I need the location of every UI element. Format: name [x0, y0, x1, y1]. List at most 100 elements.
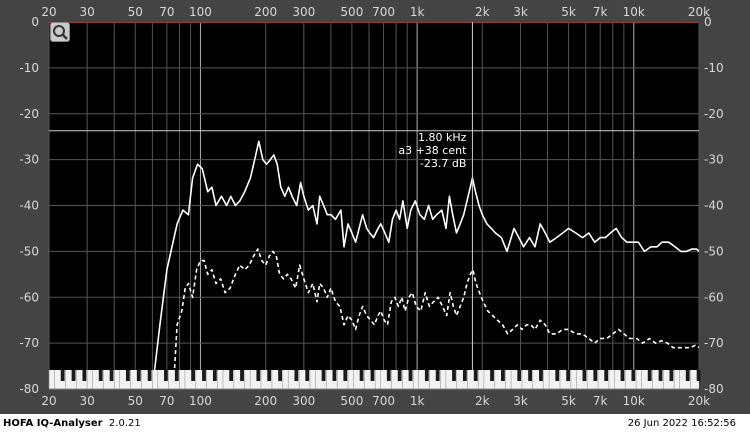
y-tick-label-right: 0 [704, 15, 712, 29]
black-key [267, 370, 272, 381]
y-tick-label-right: -10 [704, 61, 724, 75]
black-key [685, 370, 690, 381]
x-tick-label-bottom: 100 [189, 394, 212, 408]
x-tick-label-top: 20 [41, 5, 56, 19]
x-tick-label-top: 300 [292, 5, 315, 19]
x-tick-label-bottom: 3k [513, 394, 528, 408]
black-key [386, 370, 391, 381]
y-tick-label-left: -20 [19, 107, 39, 121]
black-key [669, 370, 674, 381]
black-key [294, 370, 299, 381]
x-tick-label-top: 30 [80, 5, 95, 19]
x-tick-label-top: 100 [189, 5, 212, 19]
black-key [305, 370, 310, 381]
black-key [256, 370, 261, 381]
plot-area[interactable] [49, 22, 699, 370]
black-key [462, 370, 467, 381]
y-tick-label-left: -70 [19, 336, 39, 350]
black-key [332, 370, 337, 381]
black-key [397, 370, 402, 381]
y-tick-label-right: -50 [704, 244, 724, 258]
black-key [147, 370, 152, 381]
black-key [528, 370, 532, 381]
x-tick-label-bottom: 2k [475, 394, 490, 408]
black-key [452, 370, 456, 381]
y-tick-label-left: -60 [19, 290, 39, 304]
x-tick-label-top: 70 [159, 5, 174, 19]
y-tick-label-right: -30 [704, 153, 724, 167]
x-tick-label-top: 2k [475, 5, 490, 19]
zoom-button[interactable] [50, 22, 70, 42]
black-key [370, 370, 375, 381]
analyser-frame: 20 20 30 30 50 50 70 70 100 100 200 200 300 300 500 500… [0, 0, 750, 414]
x-tick-label-top: 500 [340, 5, 363, 19]
x-tick-label-bottom: 10k [623, 394, 645, 408]
black-key [82, 370, 87, 381]
black-key [278, 370, 282, 381]
black-key [212, 370, 217, 381]
y-tick-label-left: -80 [19, 382, 39, 396]
black-key [490, 370, 494, 381]
cursor-level: -23.7 dB [420, 157, 467, 170]
black-key [359, 370, 364, 381]
black-key [229, 370, 234, 381]
black-key [136, 370, 141, 381]
y-tick-label-right: -70 [704, 336, 724, 350]
black-key [125, 370, 130, 381]
x-tick-label-bottom: 50 [128, 394, 143, 408]
black-key [539, 370, 543, 381]
y-tick-label-left: -50 [19, 244, 39, 258]
x-tick-label-bottom: 500 [340, 394, 363, 408]
y-tick-label-right: -40 [704, 199, 724, 213]
timestamp: 26 Jun 2022 16:52:56 [627, 418, 736, 429]
black-key [696, 370, 701, 381]
black-key [631, 370, 636, 381]
cursor-note: a3 +38 cent [398, 144, 467, 157]
x-tick-label-bottom: 70 [159, 394, 174, 408]
y-tick-label-right: -80 [704, 382, 724, 396]
app-info: HOFA IQ-Analyser 2.0.21 [3, 418, 141, 429]
black-key [60, 370, 65, 381]
black-key [604, 370, 609, 381]
black-key [202, 370, 206, 381]
status-bar: HOFA IQ-Analyser 2.0.21 26 Jun 2022 16:5… [0, 414, 750, 433]
black-key [593, 370, 598, 381]
y-tick-label-right: -20 [704, 107, 724, 121]
cursor-frequency: 1.80 kHz [418, 131, 467, 144]
black-key [71, 370, 76, 381]
x-tick-label-top: 7k [593, 5, 608, 19]
black-key [343, 370, 348, 381]
x-tick-label-top: 1k [410, 5, 425, 19]
black-key [555, 370, 560, 381]
black-key [164, 370, 168, 381]
x-tick-label-bottom: 20 [41, 394, 56, 408]
y-tick-label-left: -10 [19, 61, 39, 75]
black-key [620, 370, 625, 381]
x-tick-label-bottom: 7k [593, 394, 608, 408]
x-tick-label-top: 3k [513, 5, 528, 19]
black-key [517, 370, 522, 381]
black-key [473, 370, 478, 381]
app-name: HOFA IQ-Analyser [3, 418, 103, 429]
x-tick-label-bottom: 700 [372, 394, 395, 408]
y-tick-label-left: -30 [19, 153, 39, 167]
x-tick-label-bottom: 1k [410, 394, 425, 408]
black-key [435, 370, 440, 381]
x-tick-label-bottom: 5k [561, 394, 576, 408]
black-key [424, 370, 429, 381]
spectrum-chart[interactable]: 20 20 30 30 50 50 70 70 100 100 200 200 300 300 500 500… [0, 0, 750, 414]
y-tick-label-left: -40 [19, 199, 39, 213]
magnifier-icon [53, 25, 68, 40]
black-key [174, 370, 179, 381]
x-tick-label-bottom: 30 [80, 394, 95, 408]
x-tick-label-top: 200 [254, 5, 277, 19]
x-tick-label-top: 700 [372, 5, 395, 19]
x-tick-label-bottom: 300 [292, 394, 315, 408]
black-key [321, 370, 326, 381]
black-key [240, 370, 244, 381]
y-tick-label-left: 0 [31, 15, 39, 29]
app-version: 2.0.21 [108, 418, 141, 429]
black-key [658, 370, 663, 381]
black-key [582, 370, 587, 381]
black-key [98, 370, 103, 381]
